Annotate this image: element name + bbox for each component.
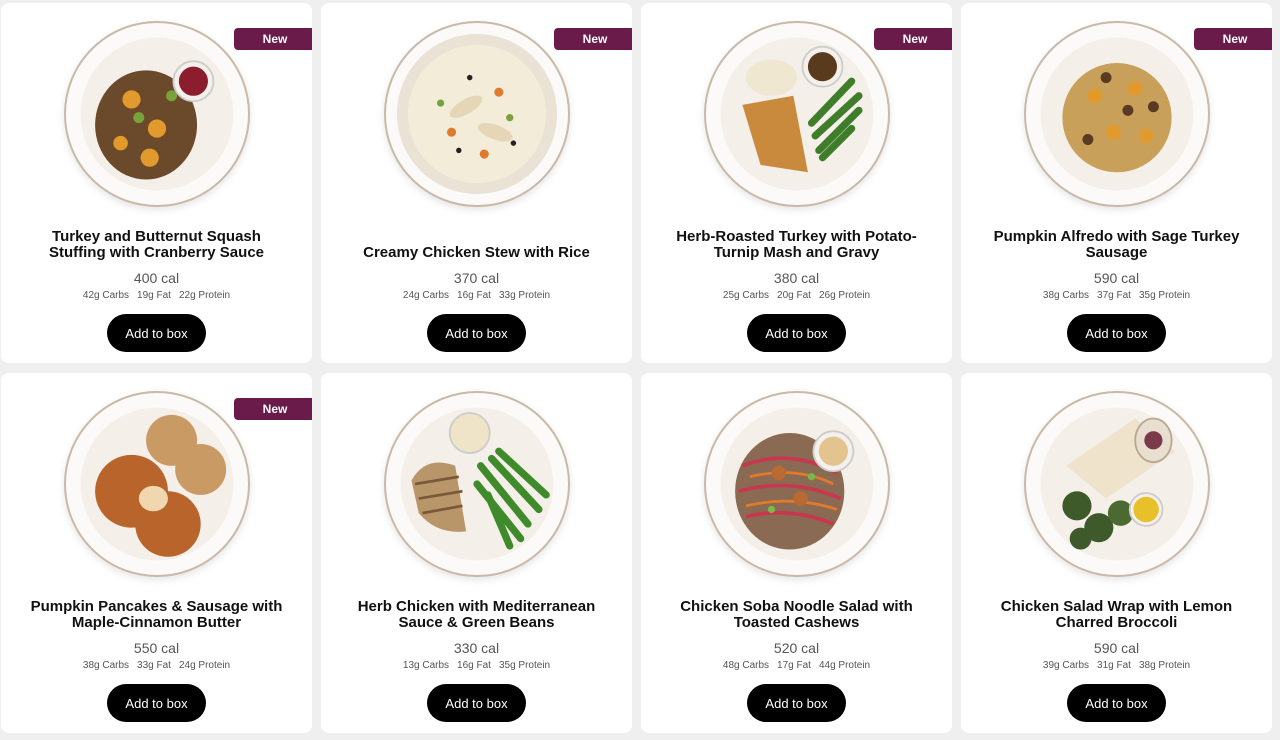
chicken-beans-plate-icon[interactable] (383, 391, 570, 577)
add-to-box-button[interactable]: Add to box (427, 314, 526, 352)
pancake-plate-icon[interactable] (63, 391, 250, 577)
stuffing-plate-icon[interactable] (63, 21, 250, 207)
meal-calories: 380 cal (773, 270, 820, 286)
carbs: 13g Carbs (402, 660, 450, 671)
meal-card[interactable]: Chicken Salad Wrap with Lemon Charred Br… (961, 373, 1272, 733)
meal-title: Pumpkin Alfredo with Sage Turkey Sausage (993, 228, 1240, 261)
turkey-plate-icon[interactable] (703, 21, 890, 207)
meal-card[interactable]: New Pumpkin Alfredo with Sage Turkey Sau… (961, 3, 1272, 363)
fat: 16g Fat (457, 290, 491, 301)
meal-macros: 38g Carbs 37g Fat 35g Protein (961, 290, 1272, 301)
fat: 20g Fat (777, 290, 811, 301)
add-to-box-button[interactable]: Add to box (107, 314, 206, 352)
new-badge: New (234, 398, 312, 420)
add-to-box-button[interactable]: Add to box (747, 684, 846, 722)
new-badge: New (234, 28, 312, 50)
meal-calories: 400 cal (133, 270, 180, 286)
protein: 26g Protein (818, 290, 871, 301)
protein: 44g Protein (818, 660, 871, 671)
fat: 37g Fat (1097, 290, 1131, 301)
new-badge: New (1194, 28, 1272, 50)
meal-calories: 550 cal (133, 640, 180, 656)
carbs: 38g Carbs (1042, 290, 1090, 301)
meal-title: Pumpkin Pancakes & Sausage with Maple-Ci… (30, 598, 283, 631)
meal-title: Turkey and Butternut Squash Stuffing wit… (48, 228, 265, 261)
meal-macros: 25g Carbs 20g Fat 26g Protein (641, 290, 952, 301)
meal-card[interactable]: New Herb-Roasted Turkey with Potato-Turn… (641, 3, 952, 363)
meal-card[interactable]: Chicken Soba Noodle Salad with Toasted C… (641, 373, 952, 733)
fat: 31g Fat (1097, 660, 1131, 671)
wrap-plate-icon[interactable] (1023, 391, 1210, 577)
protein: 33g Protein (498, 290, 551, 301)
meal-calories: 590 cal (1093, 270, 1140, 286)
meal-title: Chicken Salad Wrap with Lemon Charred Br… (1000, 598, 1233, 631)
meal-macros: 48g Carbs 17g Fat 44g Protein (641, 660, 952, 671)
meal-calories: 590 cal (1093, 640, 1140, 656)
add-to-box-button[interactable]: Add to box (107, 684, 206, 722)
protein: 22g Protein (178, 290, 231, 301)
meal-card[interactable]: Herb Chicken with Mediterranean Sauce & … (321, 373, 632, 733)
meal-macros: 38g Carbs 33g Fat 24g Protein (1, 660, 312, 671)
meal-calories: 330 cal (453, 640, 500, 656)
carbs: 48g Carbs (722, 660, 770, 671)
protein: 24g Protein (178, 660, 231, 671)
meal-calories: 370 cal (453, 270, 500, 286)
new-badge: New (874, 28, 952, 50)
meal-title: Herb Chicken with Mediterranean Sauce & … (357, 598, 596, 631)
meal-title: Creamy Chicken Stew with Rice (363, 244, 590, 261)
stew-bowl-icon[interactable] (383, 21, 570, 207)
carbs: 38g Carbs (82, 660, 130, 671)
meal-macros: 13g Carbs 16g Fat 35g Protein (321, 660, 632, 671)
fat: 17g Fat (777, 660, 811, 671)
meal-macros: 24g Carbs 16g Fat 33g Protein (321, 290, 632, 301)
protein: 35g Protein (1138, 290, 1191, 301)
fat: 33g Fat (137, 660, 171, 671)
protein: 35g Protein (498, 660, 551, 671)
carbs: 25g Carbs (722, 290, 770, 301)
meal-card[interactable]: New Turkey and Butternut Squash Stuffing… (1, 3, 312, 363)
carbs: 39g Carbs (1042, 660, 1090, 671)
soba-plate-icon[interactable] (703, 391, 890, 577)
new-badge: New (554, 28, 632, 50)
meal-macros: 39g Carbs 31g Fat 38g Protein (961, 660, 1272, 671)
meal-grid: New Turkey and Butternut Squash Stuffing… (0, 0, 1280, 740)
carbs: 24g Carbs (402, 290, 450, 301)
meal-macros: 42g Carbs 19g Fat 22g Protein (1, 290, 312, 301)
meal-title: Chicken Soba Noodle Salad with Toasted C… (680, 598, 913, 631)
carbs: 42g Carbs (82, 290, 130, 301)
fat: 16g Fat (457, 660, 491, 671)
protein: 38g Protein (1138, 660, 1191, 671)
pasta-plate-icon[interactable] (1023, 21, 1210, 207)
add-to-box-button[interactable]: Add to box (1067, 314, 1166, 352)
meal-card[interactable]: New Pumpkin Pancakes & Sausage with Mapl… (1, 373, 312, 733)
add-to-box-button[interactable]: Add to box (747, 314, 846, 352)
add-to-box-button[interactable]: Add to box (427, 684, 526, 722)
add-to-box-button[interactable]: Add to box (1067, 684, 1166, 722)
fat: 19g Fat (137, 290, 171, 301)
meal-title: Herb-Roasted Turkey with Potato-Turnip M… (676, 228, 917, 261)
meal-card[interactable]: New Creamy Chicken Stew with Rice 370 ca… (321, 3, 632, 363)
meal-calories: 520 cal (773, 640, 820, 656)
